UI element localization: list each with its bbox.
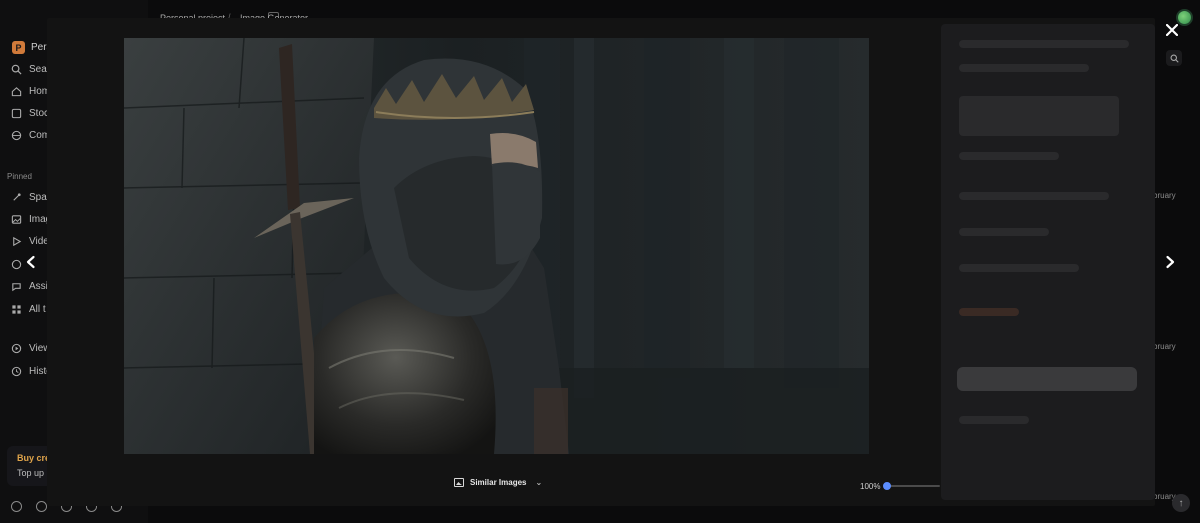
pinned-section-label: Pinned: [7, 172, 32, 181]
generated-image[interactable]: [124, 38, 869, 454]
assistant-icon: [12, 283, 21, 292]
sidebar-item-image[interactable]: Imag: [11, 214, 51, 225]
video-icon: [13, 236, 22, 247]
sidebar-item-label: Vide: [29, 236, 49, 247]
sidebar-item-history[interactable]: Histo: [11, 366, 52, 377]
image-icon: [11, 215, 22, 224]
zoom-slider-handle[interactable]: [882, 482, 891, 490]
chevron-right-icon: [1166, 255, 1175, 269]
image-icon: [454, 478, 464, 487]
gallery-date-label: bruary: [1153, 191, 1176, 200]
workspace-badge: P: [12, 41, 25, 54]
gallery-search-button[interactable]: [1166, 50, 1182, 66]
home-icon: [11, 87, 22, 97]
redacted-text: [959, 40, 1129, 48]
redacted-text: [959, 416, 1029, 424]
zoom-slider[interactable]: [882, 482, 940, 490]
stock-icon: [11, 108, 22, 119]
redacted-text: [959, 308, 1019, 316]
hooded-knight-image: [124, 38, 869, 454]
chevron-down-icon: ⌄: [535, 478, 543, 487]
close-button[interactable]: [1162, 20, 1182, 40]
workspace-switcher[interactable]: P Pers: [12, 41, 52, 54]
next-image-button[interactable]: [1160, 252, 1180, 272]
previous-image-button[interactable]: [21, 252, 41, 272]
sidebar-item-label: Stoc: [29, 108, 50, 119]
sidebar-item-stock[interactable]: Stoc: [11, 108, 49, 119]
redacted-text: [959, 228, 1049, 236]
redacted-text: [959, 96, 1119, 136]
scroll-to-top-button[interactable]: ↑: [1172, 494, 1190, 512]
sidebar-item-search[interactable]: Sear: [11, 64, 50, 75]
sidebar-item-view[interactable]: View: [11, 343, 51, 354]
zoom-level: 100%: [860, 482, 881, 491]
spaces-icon: [13, 193, 21, 201]
redacted-text: [959, 264, 1079, 272]
sidebar-item-assistant[interactable]: Assi: [11, 281, 48, 292]
similar-images-label: Similar Images: [470, 478, 527, 487]
history-icon: [11, 366, 22, 377]
sidebar-item-label: Assi: [29, 281, 48, 292]
sidebar-item-video[interactable]: Vide: [11, 236, 49, 247]
close-icon: [1166, 24, 1178, 36]
discord-icon[interactable]: [36, 501, 47, 512]
sidebar-item-community[interactable]: Com: [11, 130, 50, 141]
image-details-panel: [941, 24, 1155, 500]
search-icon: [11, 64, 22, 75]
sidebar-item-spaces[interactable]: Spac: [11, 192, 52, 203]
chevron-left-icon: [26, 255, 35, 269]
gallery-date-label: bruary: [1153, 342, 1176, 351]
sidebar-item-label: All t: [29, 304, 46, 315]
globe-icon: [11, 130, 22, 141]
similar-images-dropdown[interactable]: Similar Images ⌄: [454, 478, 542, 487]
sidebar-item-all-tools[interactable]: All t: [11, 304, 46, 315]
app-root: P Pers Sear Hom Stoc Com Pinned Spac Ima…: [0, 0, 1200, 523]
redacted-action-button[interactable]: [957, 367, 1137, 391]
sidebar-item-home[interactable]: Hom: [11, 86, 50, 97]
view-icon: [11, 343, 22, 354]
grid-icon: [12, 305, 21, 314]
redacted-text: [959, 152, 1059, 160]
redacted-text: [959, 64, 1089, 72]
search-icon: [1170, 54, 1179, 63]
arrow-up-icon: ↑: [1178, 497, 1184, 509]
redacted-text: [959, 192, 1109, 200]
help-icon[interactable]: [11, 501, 22, 512]
